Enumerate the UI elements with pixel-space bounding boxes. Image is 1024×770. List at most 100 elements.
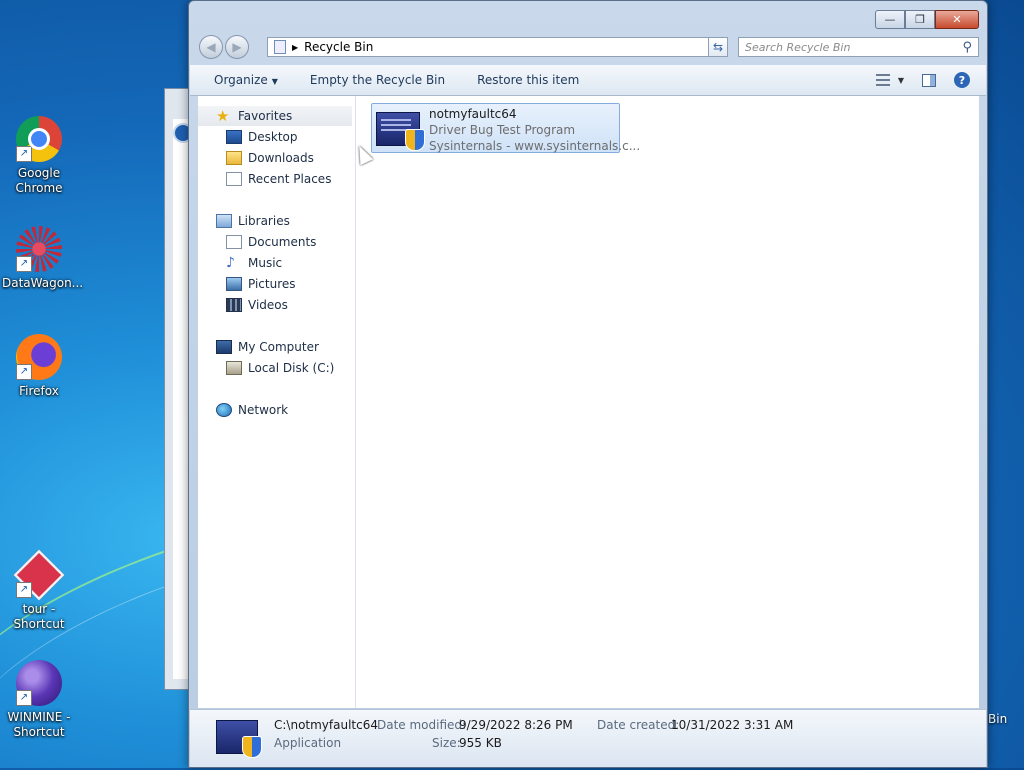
star-icon: ★ xyxy=(216,107,230,125)
firefox-icon: ↗ xyxy=(16,334,62,380)
desktop-icon-datawagon[interactable]: ↗ DataWagon... xyxy=(2,226,84,291)
libraries-icon xyxy=(216,214,232,228)
nav-libraries[interactable]: Libraries xyxy=(216,211,290,231)
nav-favorites[interactable]: ★ Favorites xyxy=(198,106,352,126)
desktop-icon-tour[interactable]: ↗ tour - Shortcut xyxy=(2,549,76,632)
shortcut-arrow-icon: ↗ xyxy=(16,582,32,598)
uac-shield-icon xyxy=(242,736,262,758)
minimize-button[interactable]: — xyxy=(875,10,905,29)
nav-label: Libraries xyxy=(238,214,290,228)
winmine-icon: ↗ xyxy=(16,660,62,706)
uac-shield-icon xyxy=(405,129,425,151)
nav-label: Downloads xyxy=(248,151,314,165)
desktop-icon-winmine[interactable]: ↗ WINMINE - Shortcut xyxy=(2,660,76,740)
nav-label: Documents xyxy=(248,235,317,249)
help-button[interactable]: ? xyxy=(954,72,970,88)
recent-places-icon xyxy=(226,172,242,186)
file-name: notmyfaultc64 xyxy=(429,107,517,121)
music-icon: ♪ xyxy=(226,255,235,271)
local-disk-icon xyxy=(226,361,242,375)
desktop-icon-label: DataWagon... xyxy=(2,276,84,290)
tour-icon-wrap: ↗ xyxy=(13,549,65,601)
preview-pane-button[interactable] xyxy=(922,73,936,87)
nav-network[interactable]: Network xyxy=(216,400,288,420)
pictures-icon xyxy=(226,277,242,291)
computer-icon xyxy=(216,340,232,354)
search-icon[interactable]: ⚲ xyxy=(962,40,972,55)
forward-button[interactable]: ▶ xyxy=(225,35,249,59)
desktop-icon-recycle-bin-label[interactable]: Bin xyxy=(988,712,1007,726)
change-view-button[interactable]: ▼ xyxy=(875,74,904,86)
breadcrumb-arrow-icon[interactable]: ▶ xyxy=(292,43,298,52)
datawagon-icon: ↗ xyxy=(16,226,62,272)
nav-music[interactable]: ♪ Music xyxy=(226,253,282,273)
details-created-value: 10/31/2022 3:31 AM xyxy=(671,718,794,732)
desktop-icon-label: Google Chrome xyxy=(15,166,63,195)
shortcut-arrow-icon: ↗ xyxy=(16,690,32,706)
refresh-button[interactable]: ⇆ xyxy=(708,37,728,57)
caption-buttons: — ❐ ✕ xyxy=(875,10,979,29)
documents-icon xyxy=(226,235,242,249)
empty-recycle-bin-button[interactable]: Empty the Recycle Bin xyxy=(294,73,461,87)
nav-local-disk[interactable]: Local Disk (C:) xyxy=(226,358,334,378)
back-button[interactable]: ◀ xyxy=(199,35,223,59)
details-size-value: 955 KB xyxy=(459,736,502,750)
nav-label: Recent Places xyxy=(248,172,332,186)
details-type: Application xyxy=(274,736,342,750)
shortcut-arrow-icon: ↗ xyxy=(16,364,32,380)
nav-label: Videos xyxy=(248,298,288,312)
desktop-icon-firefox[interactable]: ↗ Firefox xyxy=(2,334,76,399)
videos-icon xyxy=(226,298,242,312)
nav-downloads[interactable]: Downloads xyxy=(226,148,314,168)
organize-label: Organize xyxy=(214,73,268,87)
nav-label: My Computer xyxy=(238,340,319,354)
chrome-icon: ↗ xyxy=(16,116,62,162)
downloads-folder-icon xyxy=(226,151,242,165)
breadcrumb-recycle-bin[interactable]: Recycle Bin xyxy=(304,40,373,54)
view-icon xyxy=(875,74,890,86)
nav-desktop[interactable]: Desktop xyxy=(226,127,298,147)
nav-label: Network xyxy=(238,403,289,417)
file-list[interactable]: notmyfaultc64 Driver Bug Test Program Sy… xyxy=(356,96,979,708)
nav-documents[interactable]: Documents xyxy=(226,232,316,252)
shortcut-arrow-icon: ↗ xyxy=(16,146,32,162)
nav-label: Local Disk (C:) xyxy=(248,361,335,375)
nav-label: Favorites xyxy=(238,109,293,123)
command-bar: Organize ▼ Empty the Recycle Bin Restore … xyxy=(190,65,986,96)
details-pane: C:\notmyfaultc64 Application Date modifi… xyxy=(190,709,986,767)
address-bar[interactable]: ▶ Recycle Bin ▼ xyxy=(267,37,727,57)
file-description: Driver Bug Test Program xyxy=(429,123,576,137)
desktop-icon-label: WINMINE - Shortcut xyxy=(7,710,71,739)
close-button[interactable]: ✕ xyxy=(935,10,979,29)
navigation-bar: ◀ ▶ ▶ Recycle Bin ▼ ⇆ ⚲ xyxy=(197,33,979,61)
explorer-window: — ❐ ✕ ◀ ▶ ▶ Recycle Bin ▼ ⇆ ⚲ Organize▼ … xyxy=(188,0,988,768)
file-company: Sysinternals - www.sysinternals.c... xyxy=(429,139,641,153)
details-path: C:\notmyfaultc64 xyxy=(274,718,378,732)
file-item-notmyfaultc64[interactable]: notmyfaultc64 Driver Bug Test Program Sy… xyxy=(371,103,640,153)
details-created-label: Date created: xyxy=(597,718,680,732)
search-input[interactable] xyxy=(745,40,963,54)
recycle-bin-icon xyxy=(274,40,286,54)
desktop-icon-chrome[interactable]: ↗ Google Chrome xyxy=(2,116,76,196)
shortcut-arrow-icon: ↗ xyxy=(16,256,32,272)
nav-my-computer[interactable]: My Computer xyxy=(216,337,319,357)
application-icon xyxy=(216,720,262,758)
nav-recent-places[interactable]: Recent Places xyxy=(226,169,331,189)
restore-item-button[interactable]: Restore this item xyxy=(461,73,595,87)
chevron-down-icon: ▼ xyxy=(897,75,904,85)
desktop-icon-label: tour - Shortcut xyxy=(13,602,65,631)
search-box[interactable]: ⚲ xyxy=(738,37,979,57)
desktop-icon xyxy=(226,130,242,144)
maximize-button[interactable]: ❐ xyxy=(905,10,935,29)
network-icon xyxy=(216,403,232,417)
nav-label: Music xyxy=(248,256,283,270)
details-modified-value: 9/29/2022 8:26 PM xyxy=(459,718,573,732)
nav-videos[interactable]: Videos xyxy=(226,295,288,315)
nav-label: Pictures xyxy=(248,277,296,291)
organize-button[interactable]: Organize ▼ xyxy=(190,73,294,87)
details-modified-label: Date modified: xyxy=(377,718,467,732)
desktop-icon-label: Firefox xyxy=(19,384,59,398)
details-size-label: Size: xyxy=(432,736,461,750)
nav-label: Desktop xyxy=(248,130,298,144)
nav-pictures[interactable]: Pictures xyxy=(226,274,296,294)
